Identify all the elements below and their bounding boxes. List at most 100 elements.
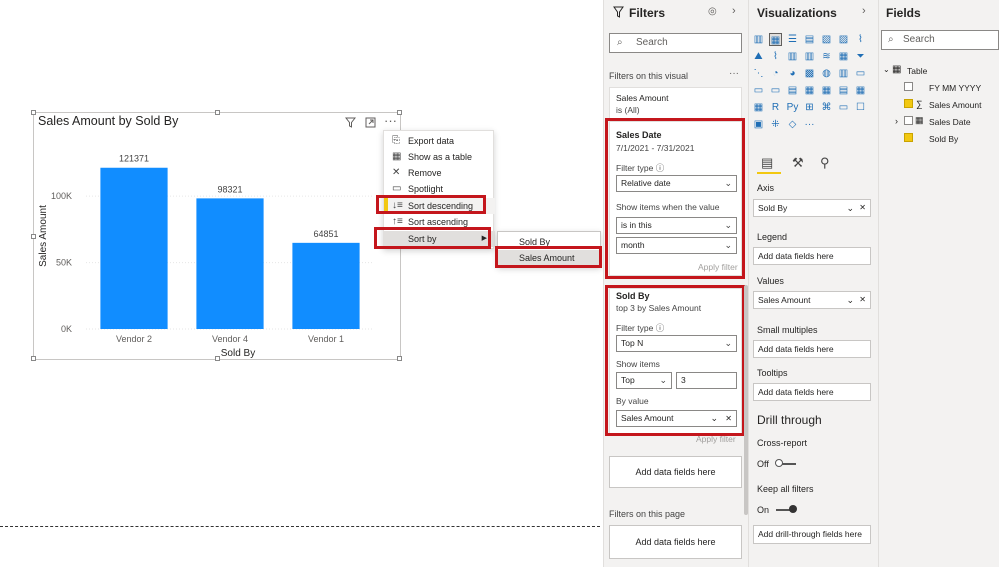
more-options-icon[interactable]: ···: [729, 68, 739, 79]
field-sold-by[interactable]: Sold By: [929, 134, 958, 144]
close-icon[interactable]: ✕: [859, 292, 866, 308]
cross-report-label: Cross-report: [757, 438, 808, 448]
visual-type-icon[interactable]: ···: [803, 118, 816, 131]
visual-type-icon[interactable]: ▦: [803, 84, 816, 97]
visual-type-icon[interactable]: ▭: [752, 84, 765, 97]
visual-type-icon[interactable]: ▣: [752, 118, 765, 131]
chevron-down-icon[interactable]: ⌄: [883, 65, 890, 74]
visual-type-icon[interactable]: ⏷: [854, 50, 867, 63]
menu-item-export-data[interactable]: ⎘ Export data: [384, 133, 495, 149]
visual-type-icon[interactable]: Py: [786, 101, 799, 114]
small-multiples-label: Small multiples: [757, 325, 818, 335]
checkbox[interactable]: [904, 82, 913, 91]
visual-type-icon[interactable]: ⌇: [769, 50, 782, 63]
visual-type-icon[interactable]: ▥: [837, 67, 850, 80]
visual-type-icon[interactable]: ▥: [803, 50, 816, 63]
visual-type-icon[interactable]: ▤: [803, 33, 816, 46]
visual-type-icon[interactable]: ▭: [837, 101, 850, 114]
chevron-right-icon[interactable]: ›: [895, 116, 898, 126]
fields-search-input[interactable]: ⌕ Search: [881, 30, 999, 50]
bar[interactable]: [292, 242, 360, 329]
x-tick-label: Vendor 1: [308, 334, 344, 344]
y-tick-label: 50K: [56, 258, 72, 268]
bar-chart-visual[interactable]: Sales Amount by Sold By ··· 0K 50K 100K 121…: [31, 110, 402, 361]
chart-area: 0K 50K 100K 121371 Vendor 2 98321 Vendor 4 6485…: [38, 154, 374, 359]
axis-well[interactable]: Sold By ⌄ ✕: [753, 199, 871, 217]
visual-type-icon[interactable]: ◇: [786, 118, 799, 131]
values-well[interactable]: Sales Amount ⌄ ✕: [753, 291, 871, 309]
checkbox[interactable]: [904, 133, 913, 142]
filters-title: Filters: [629, 6, 666, 20]
filters-on-visual-label: Filters on this visual: [609, 71, 689, 81]
values-label: Values: [757, 276, 784, 286]
filters-search-input[interactable]: ⌕ Search: [609, 33, 742, 53]
menu-item-remove[interactable]: ✕ Remove: [384, 165, 495, 181]
field-sales-amount[interactable]: Sales Amount: [929, 100, 981, 110]
bar[interactable]: [100, 167, 168, 329]
active-tab-indicator: [757, 172, 781, 174]
legend-well[interactable]: Add data fields here: [753, 247, 871, 265]
visual-type-icon[interactable]: ▦: [854, 84, 867, 97]
table-name[interactable]: Table: [907, 66, 927, 76]
highlight-box-sort-descending: [376, 195, 486, 214]
small-multiples-well[interactable]: Add data fields here: [753, 340, 871, 358]
add-data-fields-page[interactable]: Add data fields here: [609, 525, 742, 559]
visual-type-icon[interactable]: ⌘: [820, 101, 833, 114]
visual-type-icon[interactable]: ▧: [820, 33, 833, 46]
visual-type-icon[interactable]: ▦: [820, 84, 833, 97]
visual-type-icon[interactable]: ▦: [837, 50, 850, 63]
visual-type-icon[interactable]: ▤: [837, 84, 850, 97]
drill-through-heading: Drill through: [757, 413, 822, 427]
format-paint-roller-icon[interactable]: ⚒: [792, 155, 804, 171]
drill-through-well[interactable]: Add drill-through fields here: [753, 525, 871, 544]
menu-item-show-as-table[interactable]: ▦ Show as a table: [384, 149, 495, 165]
visual-type-icon[interactable]: ◕: [786, 67, 799, 80]
visual-type-icon[interactable]: ☰: [786, 33, 799, 46]
filter-card-sales-amount[interactable]: Sales Amount is (All): [609, 87, 742, 119]
visual-type-icon[interactable]: ☐: [854, 101, 867, 114]
visual-type-icon[interactable]: ▦: [769, 33, 782, 46]
visual-type-icon[interactable]: ≋: [820, 50, 833, 63]
visual-type-icon[interactable]: ▦: [752, 101, 765, 114]
visual-type-icon[interactable]: ▥: [786, 50, 799, 63]
visual-type-icon[interactable]: ▨: [837, 33, 850, 46]
report-canvas: Sales Amount by Sold By ··· 0K 50K 100K 121…: [0, 0, 602, 567]
close-icon[interactable]: ✕: [859, 200, 866, 216]
table-icon: ▦: [892, 64, 902, 75]
filters-pane: Filters ◎ › ⌕ Search Filters on this vis…: [603, 0, 748, 567]
toggle-knob: [789, 505, 797, 513]
visual-type-icon[interactable]: ▭: [854, 67, 867, 80]
visual-type-icon[interactable]: ⁜: [769, 118, 782, 131]
tooltips-well[interactable]: Add data fields here: [753, 383, 871, 401]
table-icon: ▦: [392, 151, 402, 162]
collapse-pane-icon[interactable]: ›: [862, 5, 866, 17]
visual-type-icon[interactable]: ⊞: [803, 101, 816, 114]
add-data-fields-visual[interactable]: Add data fields here: [609, 456, 742, 488]
visual-type-icon[interactable]: ▤: [786, 84, 799, 97]
visual-type-icon[interactable]: ⌇: [854, 33, 867, 46]
checkbox[interactable]: [904, 99, 913, 108]
checkbox[interactable]: [904, 116, 913, 125]
visual-type-icon[interactable]: ⛰: [752, 50, 765, 63]
filters-on-page-label: Filters on this page: [609, 509, 686, 519]
data-label: 121371: [119, 154, 149, 164]
visual-type-icon[interactable]: R: [769, 101, 782, 114]
eye-icon[interactable]: ◎: [708, 6, 717, 17]
visual-type-icon[interactable]: ◔: [769, 67, 782, 80]
page-boundary-line: [0, 526, 600, 527]
fields-tab-icon[interactable]: ▤: [761, 155, 773, 171]
visual-type-icon[interactable]: ◍: [820, 67, 833, 80]
visual-type-icon[interactable]: ▭: [769, 84, 782, 97]
visual-type-icon[interactable]: ▥: [752, 33, 765, 46]
field-fy-mm-yyyy[interactable]: FY MM YYYY: [929, 83, 981, 93]
x-tick-label: Vendor 4: [212, 334, 248, 344]
visual-type-icon[interactable]: ▩: [803, 67, 816, 80]
visual-type-icon[interactable]: ⋱: [752, 67, 765, 80]
analytics-magnifier-icon[interactable]: ⚲: [820, 155, 830, 171]
collapse-pane-icon[interactable]: ›: [732, 5, 736, 17]
field-sales-date[interactable]: Sales Date: [929, 117, 971, 127]
calendar-icon: ▦: [915, 115, 924, 125]
toggle-knob: [775, 459, 783, 467]
bar[interactable]: [196, 198, 264, 329]
data-label: 64851: [313, 229, 338, 239]
